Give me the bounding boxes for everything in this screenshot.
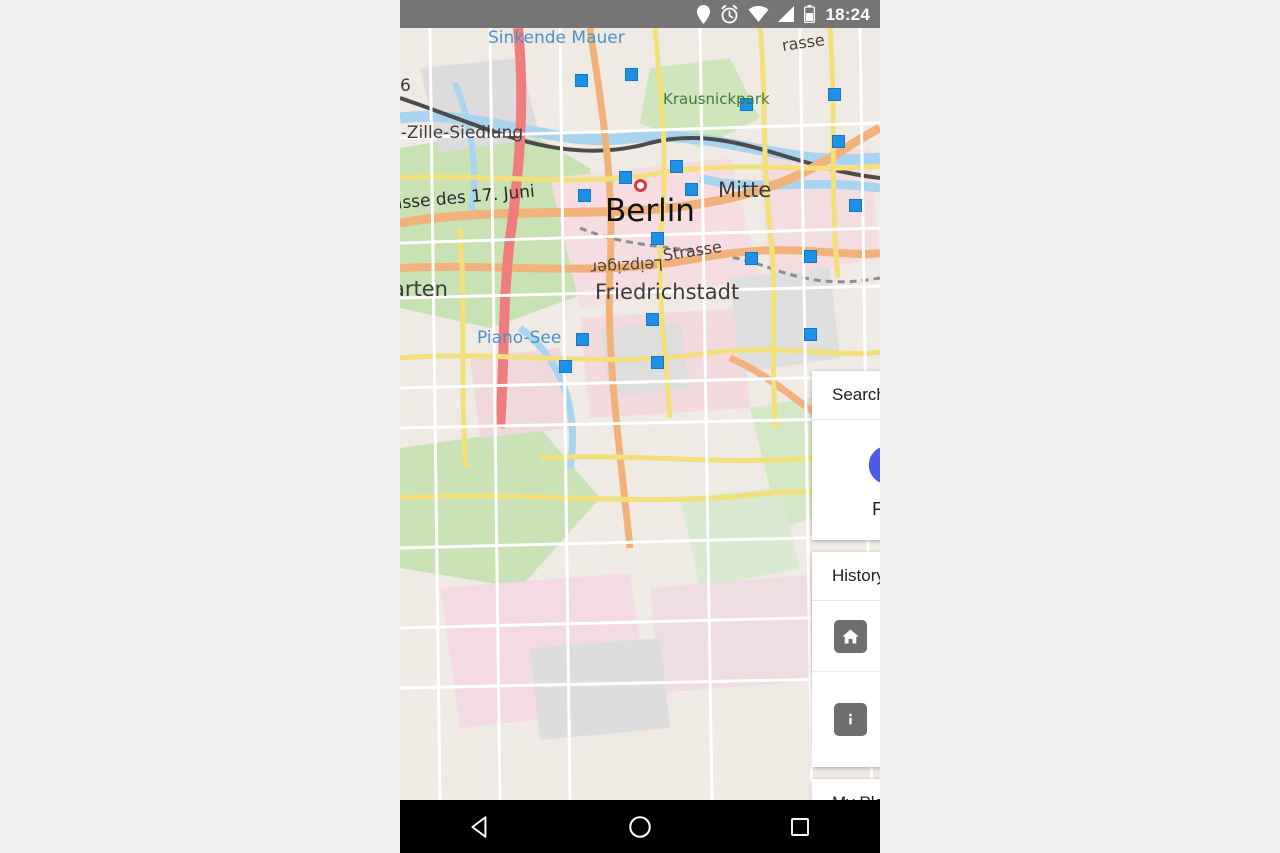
history-card: History SHOW ALL Inselplatz 19.5 km <box>812 552 880 767</box>
recents-square-icon <box>791 817 809 836</box>
history-title: History <box>832 566 880 585</box>
home-icon <box>834 619 867 653</box>
map-poi-marker[interactable] <box>849 199 862 212</box>
map-vector-layer <box>400 28 880 800</box>
nav-home-button[interactable] <box>610 800 670 853</box>
history-card-header: History SHOW ALL <box>812 552 880 601</box>
search-option-poi-label: POI <box>872 498 880 519</box>
nav-back-button[interactable] <box>450 800 510 853</box>
map-poi-marker[interactable] <box>625 68 638 81</box>
map-poi-marker[interactable] <box>804 328 817 341</box>
phone-screen: 18:24 Berlin Mitte Friedrichstadt Sinken… <box>400 0 880 853</box>
map-canvas[interactable]: Berlin Mitte Friedrichstadt Sinkende Mau… <box>400 28 880 800</box>
wifi-icon <box>748 6 769 22</box>
map-poi-marker[interactable] <box>745 252 758 265</box>
history-list-item[interactable]: Charging station Vattenfall Ladesaule 1.… <box>812 671 880 767</box>
map-poi-marker[interactable] <box>832 135 845 148</box>
search-for-card-header: Search for HISTORY <box>812 371 880 420</box>
screenshot-root: 18:24 Berlin Mitte Friedrichstadt Sinken… <box>0 0 1280 853</box>
map-poi-marker[interactable] <box>804 250 817 263</box>
search-for-options: POI Address <box>812 420 880 540</box>
android-navigation-bar <box>400 800 880 853</box>
map-poi-marker[interactable] <box>575 74 588 87</box>
map-poi-marker[interactable] <box>619 171 632 184</box>
map-poi-marker[interactable] <box>651 356 664 369</box>
search-option-poi[interactable]: POI <box>812 420 880 540</box>
map-poi-marker[interactable] <box>646 313 659 326</box>
info-icon <box>834 703 867 737</box>
map-poi-marker[interactable] <box>685 183 698 196</box>
map-poi-marker[interactable] <box>576 333 589 346</box>
map-poi-marker[interactable] <box>651 232 664 245</box>
nav-recents-button[interactable] <box>770 800 830 853</box>
alarm-clock-icon <box>721 4 738 23</box>
status-bar: 18:24 <box>400 0 880 28</box>
back-triangle-icon <box>471 815 487 838</box>
home-circle-icon <box>629 815 651 838</box>
map-poi-marker[interactable] <box>670 160 683 173</box>
map-poi-marker[interactable] <box>578 189 591 202</box>
location-pin-icon <box>696 4 710 24</box>
info-circle-icon <box>867 441 880 486</box>
map-city-marker <box>634 179 647 192</box>
map-poi-marker[interactable] <box>740 98 753 111</box>
battery-icon <box>803 5 815 23</box>
search-for-title: Search for <box>832 385 880 404</box>
status-bar-clock: 18:24 <box>825 4 870 24</box>
history-list-item[interactable]: Inselplatz 19.5 km Berlin, Berlin <box>812 601 880 671</box>
bottom-sheet: Search for HISTORY POI <box>812 371 880 853</box>
map-poi-marker[interactable] <box>828 88 841 101</box>
search-for-card: Search for HISTORY POI <box>812 371 880 540</box>
cellular-signal-icon <box>777 6 794 22</box>
map-poi-marker[interactable] <box>559 360 572 373</box>
